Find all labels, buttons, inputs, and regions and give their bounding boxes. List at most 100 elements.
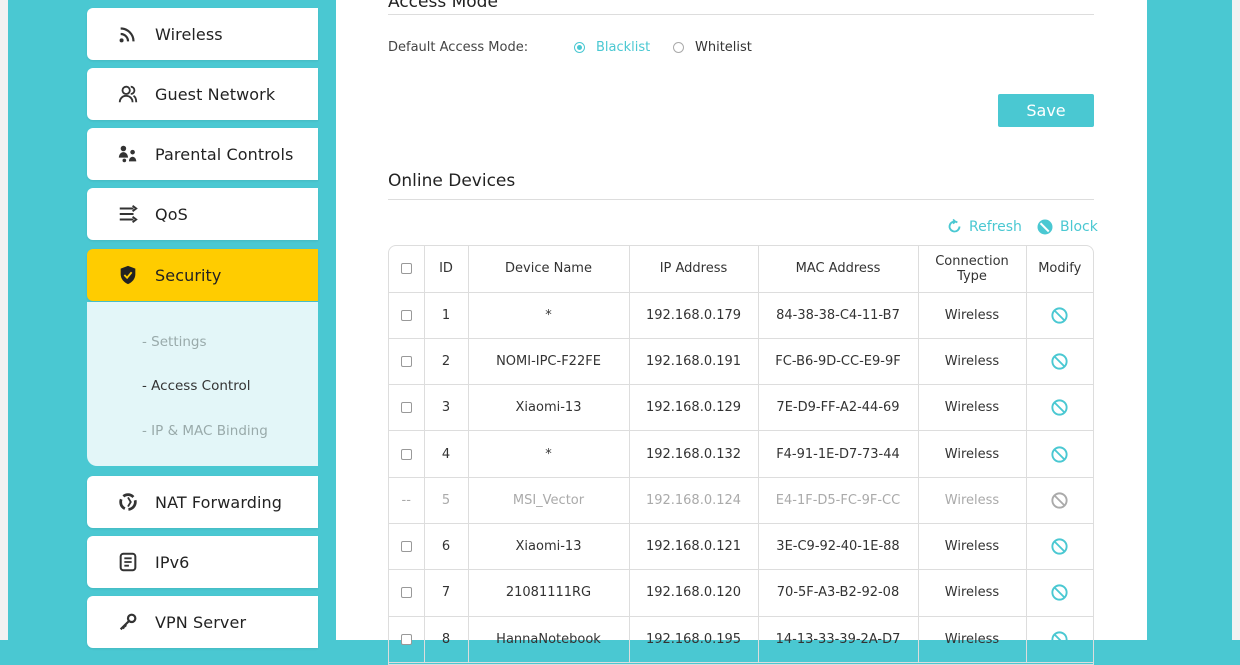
block-device-icon[interactable] xyxy=(1050,352,1069,371)
select-all-checkbox[interactable] xyxy=(400,263,412,275)
block-label: Block xyxy=(1060,219,1098,235)
cell-ip-address: 192.168.0.120 xyxy=(629,569,759,617)
cell-device-name: * xyxy=(468,292,630,339)
sidebar-item-label: Parental Controls xyxy=(155,144,294,164)
submenu-item-ip-mac-binding[interactable]: - IP & MAC Binding xyxy=(142,423,268,439)
block-icon xyxy=(1037,219,1053,235)
sidebar-item-qos[interactable]: QoS xyxy=(87,188,318,240)
vpn-key-icon xyxy=(115,609,141,635)
refresh-button[interactable]: Refresh xyxy=(946,218,1022,235)
cell-connection-type: Wireless xyxy=(918,338,1027,386)
row-checkbox-cell[interactable] xyxy=(389,616,425,663)
cell-modify[interactable] xyxy=(1026,384,1093,432)
sidebar-item-label: VPN Server xyxy=(155,612,247,632)
table-row: 1 * 192.168.0.179 84-38-38-C4-11-B7 Wireless xyxy=(389,292,1093,339)
whitelist-label: Whitelist xyxy=(695,40,752,55)
cell-device-name: MSI_Vector xyxy=(468,477,630,524)
cell-modify[interactable] xyxy=(1026,616,1093,663)
row-checkbox-cell[interactable] xyxy=(389,430,425,478)
cell-mac-address: F4-91-1E-D7-73-44 xyxy=(758,430,919,478)
divider xyxy=(388,199,1094,200)
wifi-icon xyxy=(115,21,141,47)
block-device-icon[interactable] xyxy=(1050,583,1069,602)
table-row: 8 HannaNotebook 192.168.0.195 14-13-33-39-2… xyxy=(389,616,1093,663)
column-header-device-name: Device Name xyxy=(468,246,630,293)
access-mode-title: Access Mode xyxy=(388,0,498,12)
window-edge-right xyxy=(1232,0,1240,640)
block-device-icon[interactable] xyxy=(1050,537,1069,556)
cell-id: 2 xyxy=(424,338,469,386)
row-checkbox-cell[interactable] xyxy=(389,523,425,571)
ipv6-icon xyxy=(115,549,141,575)
row-checkbox[interactable] xyxy=(400,541,412,553)
column-header-connection-type: Connection Type xyxy=(918,246,1027,293)
row-checkbox[interactable] xyxy=(400,402,412,414)
security-submenu: - Settings - Access Control - IP & MAC B… xyxy=(87,302,318,466)
cell-connection-type: Wireless xyxy=(918,569,1027,617)
cell-modify[interactable] xyxy=(1026,292,1093,339)
nat-forwarding-icon xyxy=(115,489,141,515)
cell-modify[interactable] xyxy=(1026,569,1093,617)
default-access-mode-label: Default Access Mode: xyxy=(388,40,529,55)
save-button[interactable]: Save xyxy=(998,94,1094,127)
radio-selected-icon xyxy=(574,42,585,53)
sidebar-item-nat-forwarding[interactable]: NAT Forwarding xyxy=(87,476,318,528)
sidebar-item-guest-network[interactable]: Guest Network xyxy=(87,68,318,120)
cell-id: 6 xyxy=(424,523,469,571)
cell-id: 5 xyxy=(424,477,469,524)
cell-mac-address: FC-B6-9D-CC-E9-9F xyxy=(758,338,919,386)
table-row: 4 * 192.168.0.132 F4-91-1E-D7-73-44 Wireless xyxy=(389,430,1093,478)
row-checkbox[interactable] xyxy=(400,587,412,599)
blacklist-radio[interactable]: Blacklist xyxy=(574,40,650,55)
cell-mac-address: 70-5F-A3-B2-92-08 xyxy=(758,569,919,617)
qos-icon xyxy=(115,201,141,227)
row-checkbox-cell[interactable] xyxy=(389,569,425,617)
cell-modify[interactable] xyxy=(1026,523,1093,571)
block-device-icon[interactable] xyxy=(1050,306,1069,325)
cell-device-name: * xyxy=(468,430,630,478)
submenu-item-access-control[interactable]: - Access Control xyxy=(142,378,250,394)
cell-connection-type: Wireless xyxy=(918,384,1027,432)
sidebar-item-label: Wireless xyxy=(155,24,223,44)
cell-mac-address: 14-13-33-39-2A-D7 xyxy=(758,616,919,663)
sidebar-item-vpn-server[interactable]: VPN Server xyxy=(87,596,318,648)
cell-id: 8 xyxy=(424,616,469,663)
sidebar-item-wireless[interactable]: Wireless xyxy=(87,8,318,60)
row-checkbox[interactable] xyxy=(400,355,412,367)
cell-connection-type: Wireless xyxy=(918,292,1027,339)
block-device-icon[interactable] xyxy=(1050,398,1069,417)
whitelist-radio[interactable]: Whitelist xyxy=(673,40,752,55)
column-header-modify: Modify xyxy=(1026,246,1093,293)
row-checkbox-cell: -- xyxy=(389,477,425,524)
cell-ip-address: 192.168.0.195 xyxy=(629,616,759,663)
row-checkbox[interactable] xyxy=(400,448,412,460)
table-header-row: ID Device Name IP Address MAC Address Co… xyxy=(389,246,1093,293)
cell-modify[interactable] xyxy=(1026,338,1093,386)
online-devices-title: Online Devices xyxy=(388,171,516,191)
cell-modify[interactable] xyxy=(1026,430,1093,478)
row-checkbox-cell[interactable] xyxy=(389,384,425,432)
block-button[interactable]: Block xyxy=(1036,218,1098,236)
table-row: -- 5 MSI_Vector 192.168.0.124 E4-1F-D5-FC-9F… xyxy=(389,477,1093,524)
guest-users-icon xyxy=(115,81,141,107)
table-row: 6 Xiaomi-13 192.168.0.121 3E-C9-92-40-1E-88… xyxy=(389,523,1093,571)
sidebar-item-ipv6[interactable]: IPv6 xyxy=(87,536,318,588)
row-checkbox[interactable] xyxy=(400,309,412,321)
block-device-icon[interactable] xyxy=(1050,445,1069,464)
block-device-icon xyxy=(1051,492,1068,509)
blacklist-label: Blacklist xyxy=(596,40,651,55)
row-checkbox-cell[interactable] xyxy=(389,292,425,339)
table-row: 3 Xiaomi-13 192.168.0.129 7E-D9-FF-A2-44-69… xyxy=(389,384,1093,432)
block-device-icon[interactable] xyxy=(1050,630,1069,649)
cell-mac-address: E4-1F-D5-FC-9F-CC xyxy=(758,477,919,524)
main-panel: Access Mode Default Access Mode: Blackli… xyxy=(336,0,1147,665)
cell-connection-type: Wireless xyxy=(918,477,1027,524)
sidebar-item-parental-controls[interactable]: Parental Controls xyxy=(87,128,318,180)
select-all-checkbox-cell[interactable] xyxy=(389,246,425,293)
submenu-item-settings[interactable]: - Settings xyxy=(142,334,207,350)
row-checkbox[interactable] xyxy=(400,633,412,645)
row-checkbox-cell[interactable] xyxy=(389,338,425,386)
sidebar-item-security[interactable]: Security xyxy=(87,249,318,301)
sidebar-item-label: Security xyxy=(155,265,222,285)
column-header-mac-address: MAC Address xyxy=(758,246,919,293)
